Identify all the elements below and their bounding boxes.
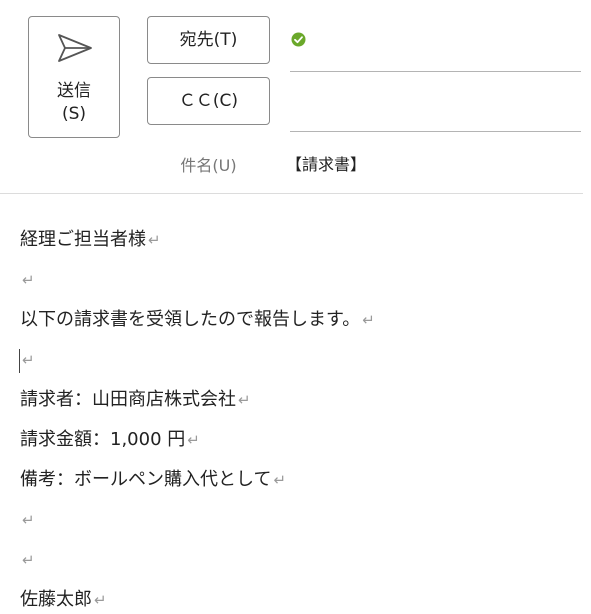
subject-field[interactable]: 【請求書】 xyxy=(286,151,366,175)
paragraph-mark-icon: ↵ xyxy=(273,471,287,489)
send-label-shortcut: (S) xyxy=(61,104,87,124)
body-line: 請求者：山田商店株式会社 ↵ xyxy=(20,383,580,423)
paragraph-mark-icon: ↵ xyxy=(362,311,375,329)
paragraph-mark-icon: ↵ xyxy=(187,431,200,449)
paragraph-mark-icon: ↵ xyxy=(94,591,107,609)
to-field-underline xyxy=(290,71,581,72)
body-line: 備考：ボールペン購入代として ↵ xyxy=(20,463,580,503)
paragraph-mark-icon: ↵ xyxy=(22,351,35,369)
body-line: ↵ xyxy=(20,543,580,583)
paper-plane-icon xyxy=(58,34,92,62)
send-button-label: 送信 (S) xyxy=(29,80,119,126)
body-line-text: 以下の請求書を受領したので報告します。 xyxy=(20,309,361,330)
paragraph-mark-icon: ↵ xyxy=(22,511,35,529)
cc-button[interactable]: ＣＣ(C) xyxy=(147,77,270,125)
body-line-text: 経理ご担当者様 xyxy=(20,229,146,250)
body-line: 以下の請求書を受領したので報告します。 ↵ xyxy=(20,303,580,343)
body-line-text: 請求者：山田商店株式会社 xyxy=(20,389,236,410)
body-line-text: 請求金額：1,000 円 xyxy=(20,429,186,450)
body-line-text: 備考：ボールペン購入代として xyxy=(20,469,272,490)
body-line: 経理ご担当者様 ↵ xyxy=(20,223,580,263)
body-line: ↵ xyxy=(20,503,580,543)
body-line: 請求金額：1,000 円 ↵ xyxy=(20,423,580,463)
body-line: ↵ xyxy=(19,343,580,383)
cc-field-underline xyxy=(290,131,581,132)
body-line-text: 佐藤太郎 xyxy=(20,589,92,610)
paragraph-mark-icon: ↵ xyxy=(238,391,251,409)
body-line: 佐藤太郎 ↵ xyxy=(20,583,580,614)
mail-compose-window: 送信 (S) 宛先(T) ＣＣ(C) 件名(U) 【請求書】 経理ご担当者様 ↵ … xyxy=(0,0,591,614)
text-cursor xyxy=(19,349,20,373)
send-button[interactable]: 送信 (S) xyxy=(28,16,120,138)
subject-label: 件名(U) xyxy=(180,156,237,175)
paragraph-mark-icon: ↵ xyxy=(22,271,35,289)
paragraph-mark-icon: ↵ xyxy=(22,551,35,569)
mail-body-editor[interactable]: 経理ご担当者様 ↵ ↵ 以下の請求書を受領したので報告します。 ↵ ↵ 請求者：山田… xyxy=(19,223,580,614)
header-divider xyxy=(0,193,583,194)
cc-field[interactable] xyxy=(292,84,581,128)
to-button[interactable]: 宛先(T) xyxy=(147,16,270,64)
body-line: ↵ xyxy=(20,263,580,303)
paragraph-mark-icon: ↵ xyxy=(148,231,161,249)
send-label-main: 送信 xyxy=(57,81,91,101)
check-circle-icon xyxy=(291,32,306,47)
to-field[interactable] xyxy=(312,24,581,68)
